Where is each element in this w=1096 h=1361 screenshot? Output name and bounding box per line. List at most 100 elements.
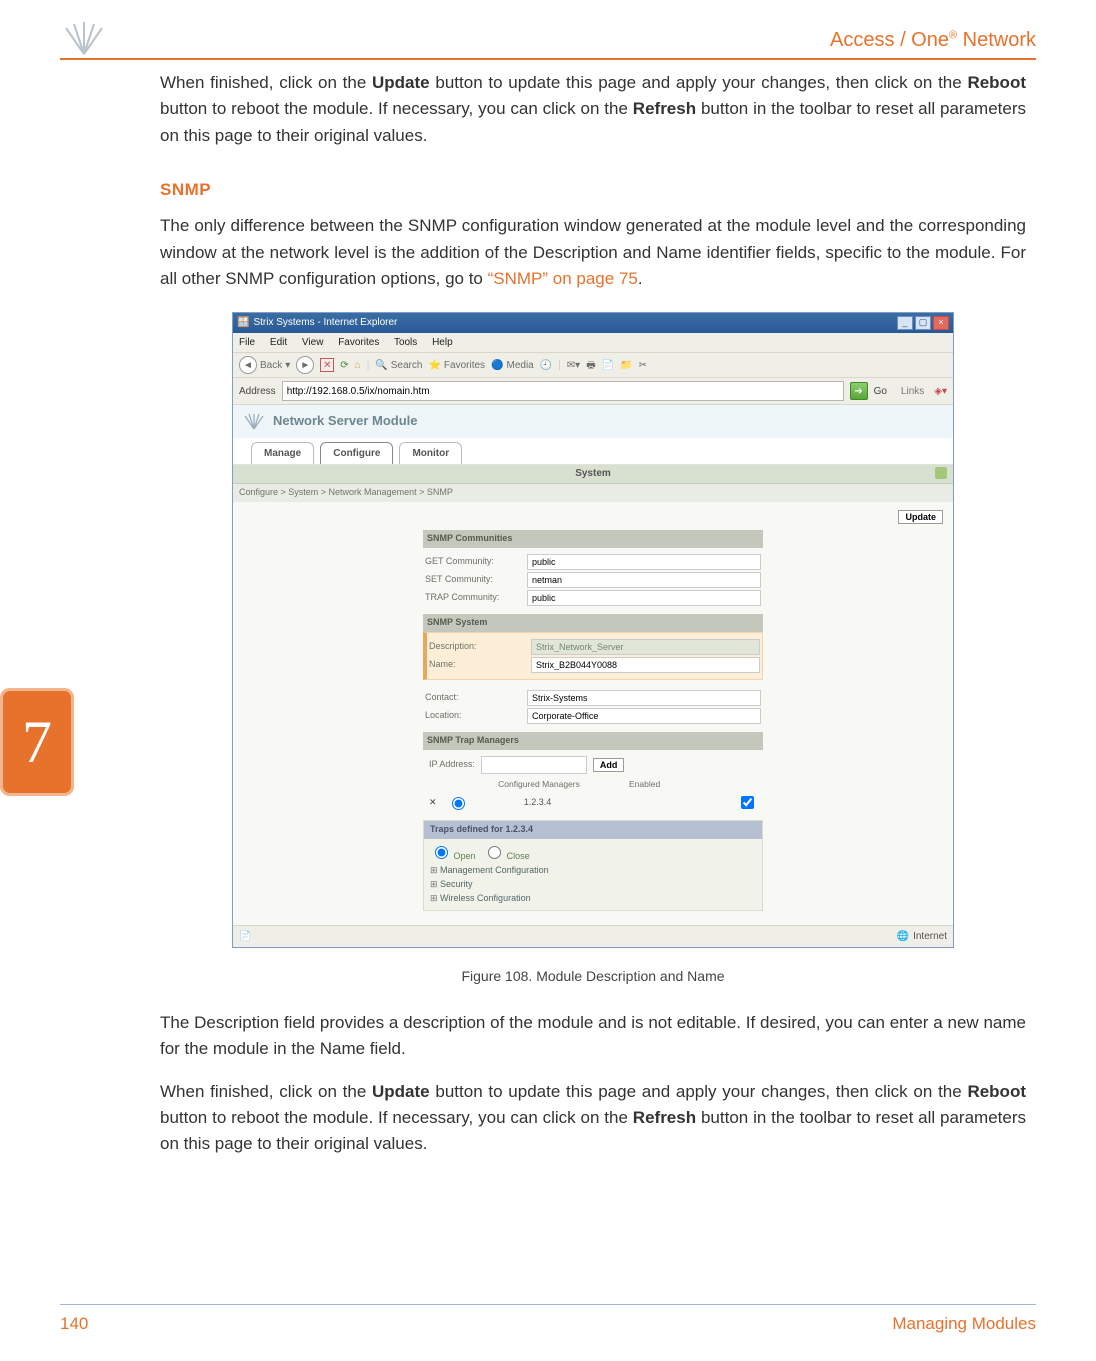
logo-icon	[60, 18, 108, 56]
links-icon[interactable]: ◈▾	[934, 384, 947, 400]
mail-button[interactable]: ✉▾	[567, 358, 580, 374]
set-community-input[interactable]	[527, 572, 761, 588]
trap-tree-security[interactable]: Security	[430, 878, 756, 892]
doc-header: Access / One® Network	[60, 18, 1036, 60]
section-title: Managing Modules	[892, 1311, 1036, 1337]
ip-address-label: IP Address:	[429, 758, 475, 772]
update-keyword: Update	[372, 73, 430, 92]
print-button[interactable]: 🖶	[586, 358, 595, 374]
menu-help[interactable]: Help	[432, 337, 453, 348]
app-header: Network Server Module	[233, 405, 953, 437]
menu-file[interactable]: File	[239, 337, 255, 348]
select-manager-radio[interactable]	[452, 797, 465, 810]
trap-tree-wireless[interactable]: Wireless Configuration	[430, 892, 756, 906]
reboot-keyword-2: Reboot	[967, 1082, 1026, 1101]
back-button[interactable]: ◄Back ▾	[239, 356, 290, 374]
figure-caption: Figure 108. Module Description and Name	[160, 966, 1026, 988]
chapter-tab: 7	[0, 688, 74, 796]
home-button[interactable]: ⌂	[355, 358, 361, 374]
col-enabled: Enabled	[629, 778, 660, 791]
description-label: Description:	[429, 640, 525, 654]
brand-title: Access / One® Network	[830, 25, 1036, 56]
reboot-keyword: Reboot	[967, 73, 1026, 92]
menu-view[interactable]: View	[302, 337, 324, 348]
search-button[interactable]: 🔍 Search	[375, 358, 422, 374]
group-communities-head: SNMP Communities	[423, 530, 763, 548]
folder-button[interactable]: 📁	[620, 358, 632, 374]
get-community-input[interactable]	[527, 554, 761, 570]
menu-edit[interactable]: Edit	[270, 337, 287, 348]
contact-input[interactable]	[527, 690, 761, 706]
chapter-number: 7	[22, 696, 52, 789]
update-button[interactable]: Update	[898, 510, 943, 524]
go-button[interactable]: ➔	[850, 382, 868, 400]
tab-monitor[interactable]: Monitor	[399, 442, 462, 465]
refresh-tb-button[interactable]: ⟳	[340, 358, 348, 374]
subtab-system[interactable]: System	[575, 466, 611, 482]
paragraph-2: The only difference between the SNMP con…	[160, 213, 1026, 292]
ie-title-text: Strix Systems - Internet Explorer	[253, 315, 893, 331]
favorites-button[interactable]: ⭐ Favorites	[428, 358, 485, 374]
minimize-button[interactable]: _	[897, 316, 913, 330]
media-button[interactable]: 🔵 Media	[491, 358, 534, 374]
location-input[interactable]	[527, 708, 761, 724]
trap-manager-row: ✕ 1.2.3.4	[429, 793, 757, 812]
page-footer: 140 Managing Modules	[60, 1304, 1036, 1337]
globe-icon: 🌐	[897, 929, 909, 945]
add-button[interactable]: Add	[593, 758, 625, 772]
go-label: Go	[874, 384, 887, 400]
app-tabs: Manage Configure Monitor	[233, 438, 953, 466]
breadcrumb: Configure > System > Network Management …	[233, 484, 953, 502]
ie-statusbar: 📄 🌐 Internet	[233, 925, 953, 948]
figure-screenshot: 🪟 Strix Systems - Internet Explorer _ ▢ …	[160, 312, 1026, 948]
col-configured-managers: Configured Managers	[469, 778, 609, 791]
group-trapmgr-head: SNMP Trap Managers	[423, 732, 763, 750]
refresh-keyword-2: Refresh	[633, 1108, 696, 1127]
history-button[interactable]: 🕘	[540, 358, 552, 374]
paragraph-3: The Description field provides a descrip…	[160, 1010, 1026, 1063]
refresh-keyword: Refresh	[633, 99, 696, 118]
close-button[interactable]: ×	[933, 316, 949, 330]
cut-button[interactable]: ✂	[639, 358, 647, 374]
page-refresh-icon[interactable]	[935, 467, 947, 479]
paragraph-1: When finished, click on the Update butto…	[160, 70, 1026, 149]
manager-enabled-checkbox[interactable]	[741, 796, 754, 809]
config-panel: Update SNMP Communities GET Community: S…	[233, 502, 953, 925]
menu-favorites[interactable]: Favorites	[338, 337, 379, 348]
ip-address-input[interactable]	[481, 756, 587, 774]
trap-community-input[interactable]	[527, 590, 761, 606]
snmp-cross-ref-link[interactable]: “SNMP” on page 75	[488, 269, 638, 288]
traps-panel: Traps defined for 1.2.3.4 Open Close Man…	[423, 820, 763, 911]
group-system-head: SNMP System	[423, 614, 763, 632]
tab-configure[interactable]: Configure	[320, 442, 393, 465]
address-input[interactable]	[282, 381, 844, 401]
address-label: Address	[239, 384, 276, 400]
delete-manager-icon[interactable]: ✕	[429, 796, 437, 810]
paragraph-4: When finished, click on the Update butto…	[160, 1079, 1026, 1158]
trap-community-label: TRAP Community:	[425, 591, 521, 605]
app-title: Network Server Module	[273, 411, 418, 431]
ie-app-icon: 🪟	[237, 315, 249, 331]
description-input	[531, 639, 760, 655]
traps-close-option[interactable]: Close	[483, 851, 530, 861]
get-community-label: GET Community:	[425, 555, 521, 569]
tab-manage[interactable]: Manage	[251, 442, 314, 465]
name-input[interactable]	[531, 657, 760, 673]
manager-ip: 1.2.3.4	[478, 796, 598, 810]
edit-button[interactable]: 📄	[602, 358, 614, 374]
ie-window: 🪟 Strix Systems - Internet Explorer _ ▢ …	[232, 312, 954, 948]
trap-tree-mgmt[interactable]: Management Configuration	[430, 864, 756, 878]
location-label: Location:	[425, 709, 521, 723]
forward-button[interactable]: ►	[296, 356, 314, 374]
stop-button[interactable]: ✕	[320, 358, 334, 372]
page-number: 140	[60, 1311, 88, 1337]
name-label: Name:	[429, 658, 525, 672]
traps-head: Traps defined for 1.2.3.4	[424, 821, 762, 839]
maximize-button[interactable]: ▢	[915, 316, 931, 330]
status-page-icon: 📄	[239, 929, 251, 945]
traps-open-option[interactable]: Open	[430, 851, 476, 861]
links-label: Links	[901, 384, 924, 400]
menu-tools[interactable]: Tools	[394, 337, 417, 348]
ie-titlebar: 🪟 Strix Systems - Internet Explorer _ ▢ …	[233, 313, 953, 333]
ie-addressbar: Address ➔ Go Links ◈▾	[233, 378, 953, 405]
